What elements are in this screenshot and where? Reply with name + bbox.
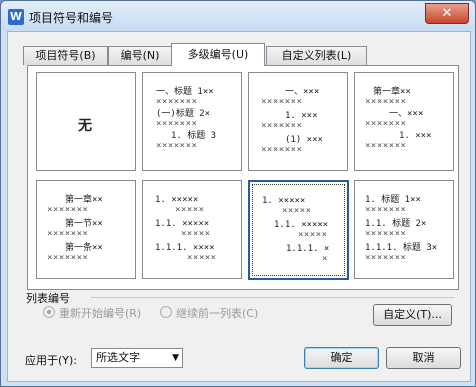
preset-line: 1. 标题 3: [171, 131, 217, 141]
preset-none[interactable]: 无: [36, 72, 136, 171]
apply-to-value: 所选文字: [96, 351, 140, 364]
preset-line: 1. ×××: [285, 111, 318, 121]
preset-line: ×××××××: [365, 119, 407, 129]
preset-line: ×××××: [298, 230, 328, 240]
ok-button[interactable]: 确定: [304, 347, 379, 369]
preset-line: ×××××: [181, 229, 211, 239]
preset-line: ×××××××: [365, 205, 407, 215]
apply-to-label: 应用于(Y):: [25, 354, 78, 367]
preset-line: (一)标题 2×: [156, 109, 211, 119]
preset-line: 第一章××: [373, 87, 411, 97]
preset-line: ×××××××: [365, 141, 407, 151]
wps-app-icon: W: [8, 9, 24, 25]
tab-bullets[interactable]: 项目符号(B): [23, 46, 108, 65]
preset-line: 1.1. ×××××: [274, 220, 329, 230]
radio-unselected-icon: [160, 306, 172, 318]
preset-line: 一、标题 1××: [156, 87, 214, 97]
preset-line: ×××××: [187, 253, 217, 263]
customize-button[interactable]: 自定义(T)...: [373, 304, 452, 326]
dialog-title: 项目符号和编号: [29, 11, 114, 25]
preset-line: 1. ×××××: [155, 195, 199, 205]
list-numbering-group-label: 列表编号: [26, 292, 70, 305]
preset-line: (1) ×××: [285, 135, 323, 145]
preset-none-label: 无: [78, 118, 92, 134]
preset-line: ×××××××: [156, 119, 198, 129]
restart-numbering-radio[interactable]: 重新开始编号(R): [43, 305, 141, 321]
preset-line: 1.1.1. 标题 3×: [365, 243, 438, 253]
preset-line: 1.1. ×××××: [155, 219, 210, 229]
preset-line: ×××××××: [261, 97, 303, 107]
preset-line: 1.1.1. ××××: [155, 243, 215, 253]
preset-5[interactable]: 第一章×× ××××××× 第一节×× ××××××× 第一条×× ××××××…: [36, 180, 136, 279]
preset-7-selected[interactable]: 1. ××××× ××××× 1.1. ××××× ××××× 1.1.1. ×…: [248, 180, 349, 280]
preset-3[interactable]: 一、××× ××××××× 1. ××× ××××××× (1) ××× ×××…: [248, 72, 348, 171]
tab-multilevel[interactable]: 多级编号(U): [171, 43, 265, 66]
preset-line: 1. 标题 1××: [365, 195, 421, 205]
preset-6[interactable]: 1. ××××× ××××× 1.1. ××××× ××××× 1.1.1. ×…: [142, 180, 242, 279]
preset-2[interactable]: 一、标题 1×× ××××××× (一)标题 2× ××××××× 1. 标题 …: [142, 72, 242, 171]
preset-line: 一、×××: [285, 87, 320, 97]
preset-line: 第一条××: [65, 243, 103, 253]
preset-line: ×××××××: [156, 141, 198, 151]
multilevel-panel: 无 一、标题 1×× ××××××× (一)标题 2× ××××××× 1. 标…: [27, 65, 459, 290]
preset-line: 第一章××: [65, 195, 103, 205]
dialog-window: W 项目符号和编号 ✕ 项目符号(B) 编号(N) 多级编号(U) 自定义列表(…: [0, 0, 476, 387]
preset-line: 1. ×××××: [262, 196, 306, 206]
preset-line: ×××××××: [365, 229, 407, 239]
preset-line: ×××××××: [261, 121, 303, 131]
restart-numbering-label: 重新开始编号(R): [59, 307, 142, 320]
preset-line: ×××××××: [47, 205, 89, 215]
preset-line: ×××××××: [156, 97, 198, 107]
radio-selected-icon: [43, 306, 55, 318]
preset-line: 第一节××: [65, 219, 103, 229]
title-bar[interactable]: W 项目符号和编号 ✕: [1, 1, 475, 31]
preset-line: ×××××××: [261, 145, 303, 155]
preset-8[interactable]: 1. 标题 1×× ××××××× 1.1. 标题 2× ××××××× 1.1…: [354, 180, 454, 279]
tab-custom-list[interactable]: 自定义列表(L): [266, 46, 367, 65]
dropdown-arrow-icon: ▼: [172, 353, 179, 363]
continue-list-label: 继续前一列表(C): [176, 307, 259, 320]
preset-line: ×××××××: [47, 253, 89, 263]
group-divider: [91, 297, 455, 298]
preset-line: 1. ×××: [399, 131, 432, 141]
preset-line: ×: [322, 254, 328, 264]
apply-to-select[interactable]: 所选文字 ▼: [91, 348, 183, 368]
preset-line: 1.1.1. ×: [286, 244, 330, 254]
cancel-button[interactable]: 取消: [386, 347, 461, 369]
dialog-client: 项目符号(B) 编号(N) 多级编号(U) 自定义列表(L) 无 一、标题 1×…: [7, 31, 471, 382]
preset-line: ×××××: [282, 206, 312, 216]
preset-line: ×××××××: [365, 253, 407, 263]
preset-line: ×××××××: [365, 97, 407, 107]
preset-line: ×××××: [175, 205, 205, 215]
continue-list-radio[interactable]: 继续前一列表(C): [160, 305, 258, 321]
preset-line: 1.1. 标题 2×: [365, 219, 427, 229]
preset-4[interactable]: 第一章×× ××××××× 一、××× ××××××× 1. ××× ×××××…: [354, 72, 454, 171]
tab-numbering[interactable]: 编号(N): [108, 46, 172, 65]
preset-line: 一、×××: [389, 109, 424, 119]
preset-line: ×××××××: [47, 229, 89, 239]
close-button[interactable]: ✕: [425, 3, 469, 24]
